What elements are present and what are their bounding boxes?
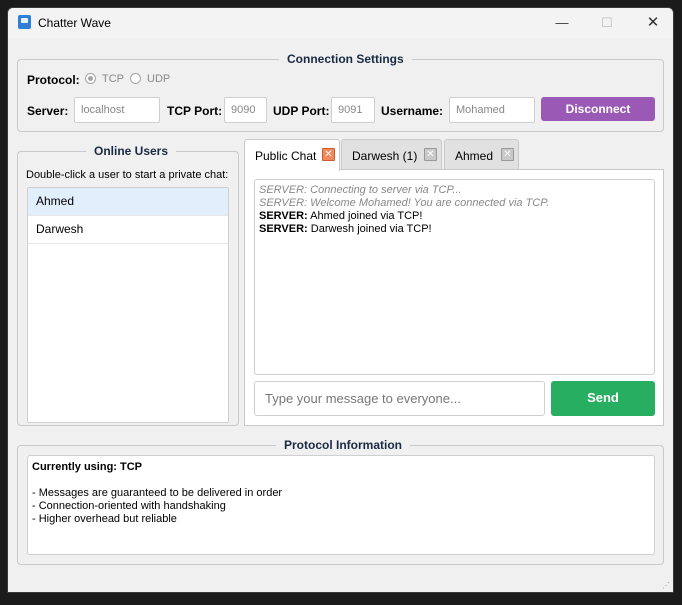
tcp-port-label: TCP Port: [167,104,223,118]
tab-darwesh-close-icon[interactable]: ✕ [424,148,437,161]
protocol-info-line: - Connection-oriented with handshaking [32,500,226,512]
app-icon [18,15,31,29]
protocol-info-group: Protocol Information Currently using: TC… [17,438,664,565]
window-title: Chatter Wave [38,16,111,30]
chat-message-text: Ahmed joined via TCP! [307,210,423,222]
list-item-darwesh[interactable]: Darwesh [28,216,228,244]
tab-public-chat[interactable]: Public Chat ✕ [244,139,340,171]
title-bar[interactable]: Chatter Wave — ☐ ✕ [8,8,673,38]
send-button[interactable]: Send [551,381,655,416]
disconnect-button[interactable]: Disconnect [541,97,655,121]
chat-message: SERVER: Darwesh joined via TCP! [259,223,650,236]
chat-message-sender: SERVER: [259,223,308,235]
server-label: Server: [27,104,69,118]
chat-message-sender: SERVER: [259,210,308,222]
udp-radio[interactable] [130,73,141,84]
online-users-legend: Online Users [86,144,177,158]
tab-darwesh[interactable]: Darwesh (1) ✕ [341,139,442,169]
chat-messages[interactable]: SERVER: Connecting to server via TCP... … [254,179,655,375]
protocol-info-heading: Currently using: TCP [32,461,143,473]
protocol-info-text: Currently using: TCP - Messages are guar… [27,455,655,555]
resize-grip-icon[interactable]: ⋰ [662,581,670,590]
connection-settings-legend: Connection Settings [279,52,412,66]
tab-ahmed-close-icon[interactable]: ✕ [501,148,514,161]
chat-message-status: SERVER: Connecting to server via TCP... [259,184,462,196]
tab-ahmed[interactable]: Ahmed ✕ [444,139,519,169]
tcp-radio[interactable] [85,73,96,84]
tab-public-chat-close-icon[interactable]: ✕ [322,148,335,161]
tcp-radio-label[interactable]: TCP [102,73,124,85]
message-input[interactable]: Type your message to everyone... [254,381,545,416]
chat-message-status: SERVER: Welcome Mohamed! You are connect… [259,197,550,209]
udp-radio-label[interactable]: UDP [147,73,170,85]
online-users-list[interactable]: Ahmed Darwesh [27,187,229,423]
minimize-button[interactable]: — [552,13,572,33]
close-button[interactable]: ✕ [643,13,663,33]
online-users-group: Online Users Double-click a user to star… [17,144,239,426]
username-input[interactable]: Mohamed [449,97,535,123]
tab-public-chat-label: Public Chat [255,149,317,163]
tab-ahmed-label: Ahmed [455,149,494,163]
list-item-ahmed[interactable]: Ahmed [28,188,228,216]
protocol-info-legend: Protocol Information [276,438,410,452]
chat-message: SERVER: Ahmed joined via TCP! [259,210,650,223]
protocol-info-line: - Messages are guaranteed to be delivere… [32,487,283,499]
maximize-button[interactable]: ☐ [597,13,617,33]
chat-message-text: Darwesh joined via TCP! [307,223,432,235]
username-label: Username: [381,104,444,118]
protocol-info-line: - Higher overhead but reliable [32,513,177,525]
online-users-hint: Double-click a user to start a private c… [26,169,229,181]
app-window: Chatter Wave — ☐ ✕ Connection Settings P… [7,7,674,593]
public-chat-pane: SERVER: Connecting to server via TCP... … [244,169,664,426]
tcp-port-input[interactable]: 9090 [224,97,267,123]
connection-settings-group: Connection Settings Protocol: TCP UDP Se… [17,52,664,132]
tab-darwesh-label: Darwesh (1) [352,149,418,163]
server-input[interactable]: localhost [74,97,160,123]
protocol-label: Protocol: [27,73,80,87]
udp-port-input[interactable]: 9091 [331,97,375,123]
udp-port-label: UDP Port: [273,104,330,118]
